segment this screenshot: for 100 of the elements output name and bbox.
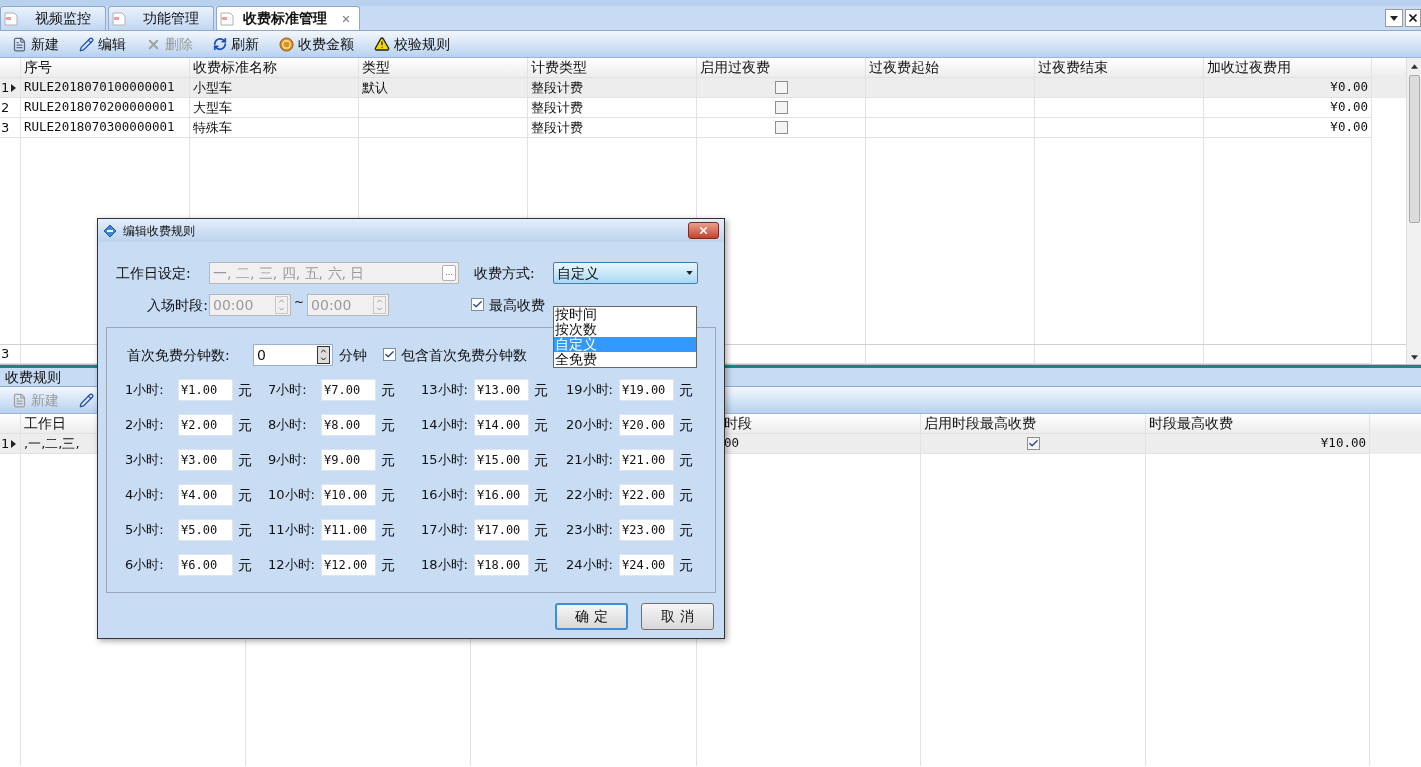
- amount-field[interactable]: ¥23.00: [619, 519, 674, 541]
- spin-buttons[interactable]: [317, 346, 330, 364]
- amount-field[interactable]: ¥6.00: [178, 554, 233, 576]
- amount-field[interactable]: ¥2.00: [178, 414, 233, 436]
- checkbox-label: 包含首次免费分钟数: [401, 345, 527, 365]
- unit-label: 元: [238, 520, 252, 540]
- row-number: 1: [0, 434, 21, 454]
- pencil-icon: [79, 36, 94, 52]
- amount-field[interactable]: ¥17.00: [474, 519, 529, 541]
- toolbar-button[interactable]: 新建: [12, 33, 59, 55]
- toolbar-button[interactable]: [79, 392, 94, 408]
- field-label: 工作日设定:: [116, 263, 192, 283]
- close-button[interactable]: [688, 222, 719, 239]
- amount-field[interactable]: ¥24.00: [619, 554, 674, 576]
- row-count: 3: [0, 345, 21, 364]
- scrollbar-thumb[interactable]: [1408, 75, 1420, 223]
- field-label: 23小时:: [566, 521, 614, 540]
- up-icon: [276, 297, 287, 305]
- amount-field[interactable]: ¥3.00: [178, 449, 233, 471]
- checkbox[interactable]: [383, 347, 396, 361]
- amount-field[interactable]: ¥14.00: [474, 414, 529, 436]
- pencil-icon: [79, 392, 94, 408]
- toolbar-button[interactable]: 收费金额: [279, 33, 354, 55]
- amount-field[interactable]: ¥18.00: [474, 554, 529, 576]
- scroll-down-icon[interactable]: [1410, 355, 1418, 360]
- amount-field[interactable]: ¥15.00: [474, 449, 529, 471]
- unit-label: 元: [679, 485, 693, 505]
- amount-field[interactable]: ¥16.00: [474, 484, 529, 506]
- unit-label: 元: [534, 450, 548, 470]
- field-label: 9小时:: [268, 451, 308, 470]
- diamond-icon: [103, 223, 117, 238]
- checkbox[interactable]: [774, 121, 788, 134]
- field-label: 收费方式:: [474, 263, 536, 283]
- close-icon[interactable]: [341, 13, 351, 24]
- unit-label: 元: [381, 485, 395, 505]
- unit-label: 元: [534, 415, 548, 435]
- checkbox[interactable]: [774, 81, 788, 94]
- page-icon: [219, 10, 235, 27]
- close-icon: [1407, 12, 1419, 24]
- dropdown-option[interactable]: 按时间: [554, 307, 696, 322]
- toolbar-button[interactable]: 校验规则: [374, 33, 450, 55]
- amount-field[interactable]: ¥1.00: [178, 379, 233, 401]
- amount-field[interactable]: ¥9.00: [321, 449, 376, 471]
- amount-field[interactable]: ¥22.00: [619, 484, 674, 506]
- amount-field[interactable]: ¥20.00: [619, 414, 674, 436]
- unit-label: 元: [679, 450, 693, 470]
- tab-list-button[interactable]: [1385, 9, 1403, 27]
- field-label: 2小时:: [125, 416, 165, 435]
- amount-field[interactable]: ¥8.00: [321, 414, 376, 436]
- dropdown-option[interactable]: 按次数: [554, 322, 696, 337]
- close-tab-button[interactable]: [1405, 9, 1421, 27]
- dialog-button[interactable]: 取 消: [641, 603, 714, 630]
- field-label: 4小时:: [125, 486, 165, 505]
- amount-field[interactable]: ¥13.00: [474, 379, 529, 401]
- field-label: 18小时:: [421, 556, 469, 575]
- table-row[interactable]: 1 RULE2018070100000001 小型车 默认 整段计费 ¥0.00: [0, 78, 1406, 98]
- current-row-icon: [11, 439, 17, 448]
- close-icon: [698, 225, 709, 236]
- up-icon: [318, 347, 329, 355]
- tab[interactable]: 功能管理: [108, 6, 214, 30]
- checkbox[interactable]: [774, 101, 788, 114]
- amount-field[interactable]: ¥11.00: [321, 519, 376, 541]
- unit-label: 元: [381, 450, 395, 470]
- coin-icon: [279, 36, 294, 52]
- amount-field[interactable]: ¥5.00: [178, 519, 233, 541]
- toolbar-button[interactable]: 刷新: [213, 33, 259, 55]
- amount-field[interactable]: ¥10.00: [321, 484, 376, 506]
- scroll-up-icon[interactable]: [1410, 64, 1418, 69]
- amount-field[interactable]: ¥21.00: [619, 449, 674, 471]
- current-row-icon: [11, 83, 17, 92]
- checkbox[interactable]: [471, 297, 485, 311]
- row-number: 3: [0, 118, 21, 138]
- unit-label: 元: [534, 380, 548, 400]
- document-icon: [12, 36, 27, 52]
- field-label: 22小时:: [566, 486, 614, 505]
- checkbox[interactable]: [1026, 437, 1040, 450]
- amount-field[interactable]: ¥12.00: [321, 554, 376, 576]
- page-icon: [111, 10, 127, 27]
- amount-field[interactable]: ¥7.00: [321, 379, 376, 401]
- amount-field[interactable]: ¥4.00: [178, 484, 233, 506]
- page-icon: [3, 10, 19, 27]
- amount-field[interactable]: ¥19.00: [619, 379, 674, 401]
- unit-label: 元: [381, 520, 395, 540]
- scrollbar[interactable]: [1406, 58, 1421, 364]
- unit-label: 元: [534, 485, 548, 505]
- charge-mode-dropdown[interactable]: 自定义: [553, 262, 698, 284]
- dropdown-option[interactable]: 全免费: [554, 352, 696, 367]
- field-label: 20小时:: [566, 416, 614, 435]
- table-cell: ¥10.00: [1146, 434, 1370, 454]
- field-label: 8小时:: [268, 416, 308, 435]
- minutes-field[interactable]: 0: [253, 344, 333, 366]
- tab[interactable]: 视频监控: [0, 6, 106, 30]
- tab[interactable]: 收费标准管理: [216, 6, 360, 30]
- table-cell: RULE2018070300000001: [21, 118, 190, 138]
- checkbox-label: 最高收费: [489, 295, 546, 315]
- field-label: 21小时:: [566, 451, 614, 470]
- field-label: 5小时:: [125, 521, 165, 540]
- dialog-button[interactable]: 确 定: [555, 603, 628, 630]
- refresh-icon: [213, 37, 227, 51]
- toolbar-button[interactable]: 编辑: [79, 33, 126, 55]
